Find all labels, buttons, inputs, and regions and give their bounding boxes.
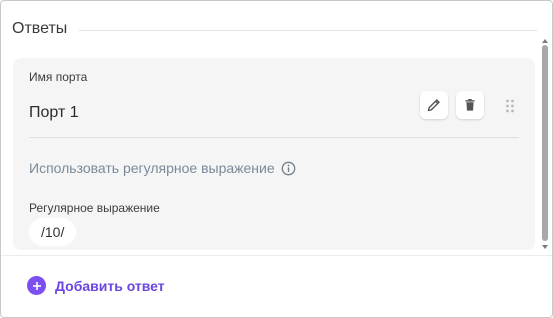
- use-regex-label: Использовать регулярное выражение: [29, 160, 275, 176]
- scroll-thumb[interactable]: [542, 45, 548, 241]
- drag-handle-icon: [506, 99, 514, 113]
- port-name-value: Порт 1: [29, 104, 79, 121]
- add-answer-label: Добавить ответ: [55, 277, 165, 294]
- scroll-up-icon[interactable]: [540, 37, 550, 45]
- footer: Добавить ответ: [1, 255, 552, 317]
- answer-card: Имя порта Порт 1 Использовать регулярное…: [13, 58, 535, 250]
- use-regex-toggle[interactable]: Использовать регулярное выражение: [29, 160, 296, 176]
- edit-button[interactable]: [420, 91, 448, 119]
- trash-icon: [465, 99, 475, 111]
- card-divider: [29, 137, 519, 138]
- answers-panel: Ответы Имя порта Порт 1 Использовать рег…: [0, 0, 553, 318]
- vertical-scrollbar[interactable]: [540, 37, 550, 251]
- info-icon[interactable]: [281, 161, 296, 176]
- port-name-label: Имя порта: [29, 70, 88, 84]
- regex-label: Регулярное выражение: [29, 201, 160, 215]
- pencil-icon: [427, 99, 440, 112]
- section-title: Ответы: [12, 20, 68, 37]
- delete-button[interactable]: [456, 91, 484, 119]
- answers-scroll-area[interactable]: Имя порта Порт 1 Использовать регулярное…: [1, 41, 552, 255]
- drag-handle[interactable]: [503, 96, 517, 116]
- plus-icon: [27, 276, 46, 295]
- scroll-down-icon[interactable]: [540, 243, 550, 251]
- add-answer-button[interactable]: Добавить ответ: [27, 276, 165, 295]
- section-divider: [79, 30, 537, 31]
- regex-value-chip[interactable]: /10/: [29, 218, 77, 246]
